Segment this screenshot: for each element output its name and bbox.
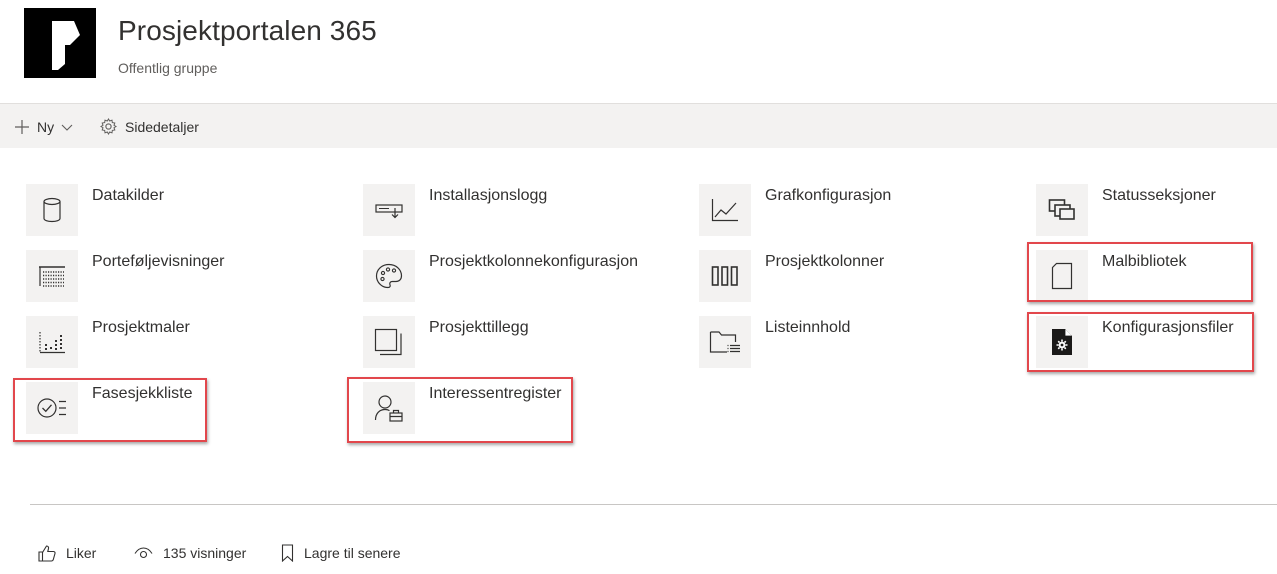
stacked-squares-icon	[374, 328, 402, 356]
page-details-button[interactable]: Sidedetaljer	[100, 104, 199, 149]
columns-icon-box	[699, 250, 751, 302]
quick-link-prosjektmaler[interactable]: Prosjektmaler	[26, 316, 326, 370]
folder-list-icon	[709, 331, 740, 353]
views-counter: 135 visninger	[134, 538, 246, 568]
stacked-windows-icon	[1048, 199, 1075, 220]
gear-icon	[100, 118, 117, 135]
contact-briefcase-icon-box	[363, 382, 415, 434]
quick-link-label: Interessentregister	[429, 385, 562, 402]
quick-link-label: Grafkonfigurasjon	[765, 187, 892, 204]
contact-briefcase-icon	[374, 395, 403, 422]
quick-link-prosjektkolonner[interactable]: Prosjektkolonner	[699, 250, 999, 304]
calendar-grid-icon-box	[26, 250, 78, 302]
quick-link-label: Datakilder	[92, 187, 165, 204]
quick-link-malbibliotek[interactable]: Malbibliotek	[1036, 250, 1277, 304]
page-details-label: Sidedetaljer	[125, 118, 199, 135]
quick-link-portefoljevisninger[interactable]: Porteføljevisninger	[26, 250, 326, 304]
install-log-icon-box	[363, 184, 415, 236]
like-button[interactable]: Liker	[38, 538, 96, 568]
quick-links: Datakilder Installasjonslogg Grafkonfigu…	[0, 148, 1277, 468]
quick-link-label: Malbibliotek	[1102, 253, 1187, 270]
site-header: Prosjektportalen 365 Offentlig gruppe	[0, 0, 1277, 103]
quick-link-listeinnhold[interactable]: Listeinnhold	[699, 316, 999, 370]
site-subtitle: Offentlig gruppe	[118, 60, 218, 76]
chevron-down-icon	[61, 124, 73, 131]
dotted-chart-icon	[39, 332, 65, 354]
thumbs-up-icon	[38, 544, 56, 562]
stacked-squares-icon-box	[363, 316, 415, 368]
quick-link-grafkonfigurasjon[interactable]: Grafkonfigurasjon	[699, 184, 999, 238]
save-for-later-button[interactable]: Lagre til senere	[281, 538, 401, 568]
palette-icon	[375, 263, 403, 289]
quick-link-konfigurasjonsfiler[interactable]: Konfigurasjonsfiler	[1036, 316, 1277, 370]
page-footer: Liker 135 visninger Lagre til senere	[0, 538, 1277, 568]
quick-link-statusseksjoner[interactable]: Statusseksjoner	[1036, 184, 1277, 238]
checklist-icon	[37, 398, 66, 418]
command-bar: Ny Sidedetaljer	[0, 103, 1277, 148]
quick-link-fasesjekkliste[interactable]: Fasesjekkliste	[26, 382, 326, 436]
bookmark-icon	[281, 544, 294, 562]
project-portal-logo[interactable]	[24, 8, 96, 78]
quick-link-label: Konfigurasjonsfiler	[1102, 319, 1234, 336]
quick-link-label: Fasesjekkliste	[92, 385, 193, 402]
like-label: Liker	[66, 545, 97, 561]
new-button[interactable]: Ny	[14, 104, 73, 149]
quick-link-label: Installasjonslogg	[429, 187, 548, 204]
palette-icon-box	[363, 250, 415, 302]
page-icon-box	[1036, 250, 1088, 302]
config-file-icon	[1052, 329, 1072, 355]
quick-link-label: Prosjektkolonner	[765, 253, 885, 270]
quick-link-prosjektkolonnekonfigurasjon[interactable]: Prosjektkolonnekonfigurasjon	[363, 250, 663, 304]
site-title[interactable]: Prosjektportalen 365	[118, 15, 377, 47]
database-icon	[43, 197, 61, 223]
quick-link-label: Listeinnhold	[765, 319, 851, 336]
line-chart-icon	[711, 199, 738, 222]
quick-link-installasjonslogg[interactable]: Installasjonslogg	[363, 184, 663, 238]
quick-link-interessentregister[interactable]: Interessentregister	[363, 382, 663, 436]
views-label: 135 visninger	[163, 545, 247, 561]
dotted-chart-icon-box	[26, 316, 78, 368]
quick-link-label: Prosjekttillegg	[429, 319, 529, 336]
quick-link-datakilder[interactable]: Datakilder	[26, 184, 326, 238]
quick-link-label: Statusseksjoner	[1102, 187, 1216, 204]
config-file-icon-box	[1036, 316, 1088, 368]
new-button-label: Ny	[37, 118, 55, 135]
calendar-grid-icon	[39, 266, 65, 287]
checklist-icon-box	[26, 382, 78, 434]
quick-link-label: Prosjektmaler	[92, 319, 190, 336]
database-icon-box	[26, 184, 78, 236]
eye-icon	[134, 546, 153, 558]
quick-link-prosjekttillegg[interactable]: Prosjekttillegg	[363, 316, 663, 370]
install-log-icon	[375, 204, 403, 219]
quick-link-label: Porteføljevisninger	[92, 253, 225, 270]
plus-icon	[15, 119, 29, 134]
stacked-windows-icon-box	[1036, 184, 1088, 236]
folder-list-icon-box	[699, 316, 751, 368]
line-chart-icon-box	[699, 184, 751, 236]
columns-icon	[711, 266, 738, 286]
save-for-later-label: Lagre til senere	[304, 545, 401, 561]
footer-divider	[30, 504, 1277, 505]
quick-link-label: Prosjektkolonnekonfigurasjon	[429, 253, 639, 270]
page-icon	[1051, 262, 1073, 290]
